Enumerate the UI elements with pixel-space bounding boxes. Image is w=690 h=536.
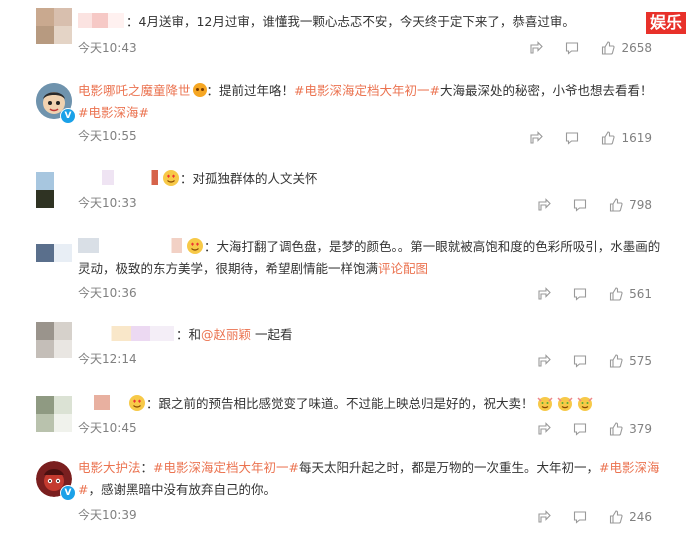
avatar[interactable] bbox=[36, 8, 72, 44]
thumbs-up-icon bbox=[610, 198, 623, 212]
comment-text: 电影哪吒之魔童降世 ：提前过年咯！#电影深海定档大年初一#大海最深处的秘密，小爷也… bbox=[78, 83, 653, 120]
comment-actions: 2658 bbox=[507, 41, 652, 55]
cheer-emoji-icon bbox=[556, 394, 574, 412]
mention-link[interactable]: @赵丽颖 bbox=[201, 327, 251, 342]
thumbs-up-icon bbox=[602, 131, 616, 145]
avatar[interactable] bbox=[36, 244, 72, 280]
verified-badge-icon: V bbox=[60, 108, 76, 124]
thumbs-up-icon bbox=[610, 422, 623, 436]
heart-eyes-emoji-icon bbox=[186, 237, 204, 255]
comment-icon[interactable] bbox=[573, 287, 587, 301]
comment-icon[interactable] bbox=[573, 510, 587, 524]
comment-image-link[interactable]: 评论配图 bbox=[378, 261, 428, 276]
like-count: 798 bbox=[629, 198, 652, 212]
like-count: 1619 bbox=[621, 131, 652, 145]
username-mosaic[interactable] bbox=[78, 170, 158, 185]
like-count: 2658 bbox=[621, 41, 652, 55]
comment-text: ：4月送审，12月过审，谁懂我一颗心忐忑不安，今天终于定下来了，恭喜过审。 bbox=[78, 11, 662, 33]
comment-actions: 1619 bbox=[507, 131, 652, 145]
username-mosaic[interactable] bbox=[78, 326, 174, 341]
comment-time: 今天10:39 bbox=[78, 508, 137, 522]
username-link[interactable]: 电影哪吒之魔童降世 bbox=[78, 83, 191, 98]
comment-icon[interactable] bbox=[573, 354, 587, 368]
like-button[interactable]: 561 bbox=[609, 287, 652, 301]
comment-text: ：和@赵丽颖 一起看 bbox=[78, 324, 662, 346]
comment-text: ：跟之前的预告相比感觉变了味道。不过能上映总归是好的，祝大卖！ bbox=[78, 393, 662, 415]
like-button[interactable]: 379 bbox=[609, 422, 652, 436]
username-link[interactable]: 电影大护法 bbox=[78, 460, 141, 475]
comment-time: 今天12:14 bbox=[78, 352, 137, 366]
hashtag-link[interactable]: #电影深海定档大年初一# bbox=[294, 83, 440, 98]
username-mosaic[interactable] bbox=[78, 395, 124, 410]
hashtag-link[interactable]: #电影深海定档大年初一# bbox=[153, 460, 299, 475]
comment-text: 电影大护法：#电影深海定档大年初一#每天太阳升起之时，都是万物的一次重生。大年初… bbox=[78, 460, 660, 497]
avatar[interactable] bbox=[36, 322, 72, 358]
cheer-emoji-icon bbox=[576, 394, 594, 412]
comment-time: 今天10:43 bbox=[78, 41, 137, 55]
cheer-emoji-icon bbox=[536, 394, 554, 412]
like-button[interactable]: 1619 bbox=[601, 131, 652, 145]
like-count: 575 bbox=[629, 354, 652, 368]
comment-time: 今天10:33 bbox=[78, 196, 137, 210]
comment-time: 今天10:55 bbox=[78, 129, 137, 143]
share-icon[interactable] bbox=[537, 287, 551, 301]
comment-actions: 561 bbox=[515, 287, 652, 301]
heart-eyes-emoji-icon bbox=[128, 394, 146, 412]
avatar[interactable] bbox=[36, 396, 72, 432]
comment-icon[interactable] bbox=[565, 41, 579, 55]
hashtag-link[interactable]: #电影深海# bbox=[78, 105, 149, 120]
share-icon[interactable] bbox=[537, 198, 551, 212]
like-button[interactable]: 246 bbox=[609, 510, 652, 524]
like-count: 561 bbox=[629, 287, 652, 301]
like-count: 379 bbox=[629, 422, 652, 436]
thumbs-up-icon bbox=[610, 287, 623, 301]
share-icon[interactable] bbox=[529, 131, 544, 145]
comment-actions: 575 bbox=[515, 354, 652, 368]
comment-text: ：对孤独群体的人文关怀 bbox=[78, 168, 662, 190]
thumbs-up-icon bbox=[610, 510, 623, 524]
comment-actions: 798 bbox=[515, 198, 652, 212]
like-button[interactable]: 2658 bbox=[601, 41, 652, 55]
share-icon[interactable] bbox=[529, 41, 544, 55]
comment-text: ：大海打翻了调色盘，是梦的颜色。。第一眼就被高饱和度的色彩所吸引，水墨画的灵动，… bbox=[78, 237, 661, 276]
comment-time: 今天10:45 bbox=[78, 421, 137, 435]
comment-feed: 娱乐 ：4月送审，12月过审，谁懂我一颗心忐忑不安，今天终于定下来了，恭喜过审。… bbox=[0, 0, 690, 536]
thumbs-up-icon bbox=[602, 41, 616, 55]
share-icon[interactable] bbox=[537, 354, 551, 368]
like-button[interactable]: 798 bbox=[609, 198, 652, 212]
comment-icon[interactable] bbox=[573, 422, 587, 436]
comment-icon[interactable] bbox=[573, 198, 587, 212]
share-icon[interactable] bbox=[537, 510, 551, 524]
comment-icon[interactable] bbox=[565, 131, 579, 145]
like-button[interactable]: 575 bbox=[609, 354, 652, 368]
verified-badge-icon: V bbox=[60, 485, 76, 501]
comment-time: 今天10:36 bbox=[78, 286, 137, 300]
thumbs-up-icon bbox=[610, 354, 623, 368]
vip-badge-icon bbox=[192, 83, 207, 97]
username-mosaic[interactable] bbox=[78, 238, 182, 253]
share-icon[interactable] bbox=[537, 422, 551, 436]
username-mosaic[interactable] bbox=[78, 13, 124, 28]
comment-actions: 379 bbox=[515, 422, 652, 436]
heart-eyes-emoji-icon bbox=[162, 169, 180, 187]
like-count: 246 bbox=[629, 510, 652, 524]
comment-actions: 246 bbox=[515, 510, 652, 524]
avatar[interactable] bbox=[36, 172, 72, 208]
